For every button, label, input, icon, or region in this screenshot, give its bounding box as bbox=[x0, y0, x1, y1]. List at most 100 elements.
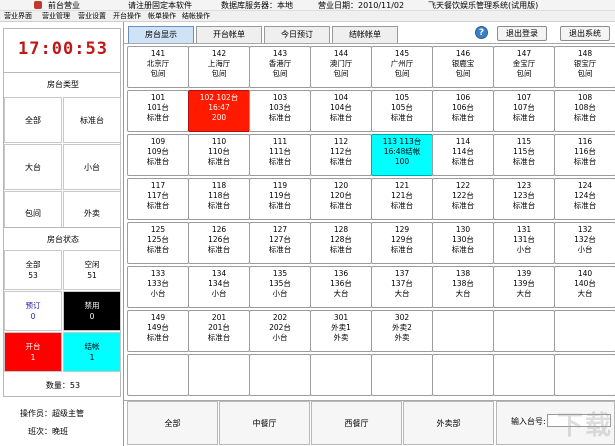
room-tile[interactable]: 130 130台 标准台 bbox=[432, 222, 494, 264]
room-tile[interactable]: 138 138台 大台 bbox=[432, 266, 494, 308]
room-tile[interactable]: 302 外卖2 外卖 bbox=[371, 310, 433, 352]
room-tile[interactable]: 120 120台 标准台 bbox=[310, 178, 372, 220]
room-tile[interactable]: 114 114台 标准台 bbox=[432, 134, 494, 176]
menu-item-business-mgmt[interactable]: 营业管理 bbox=[42, 12, 70, 21]
tab-checkout-bills[interactable]: 结帐帐单 bbox=[332, 26, 398, 43]
room-tile[interactable] bbox=[188, 354, 250, 396]
room-tile[interactable]: 119 119台 标准台 bbox=[249, 178, 311, 220]
room-tile[interactable] bbox=[554, 310, 615, 352]
room-tile[interactable]: 111 111台 标准台 bbox=[249, 134, 311, 176]
room-tile[interactable]: 201 201台 标准台 bbox=[188, 310, 250, 352]
room-tile[interactable] bbox=[554, 354, 615, 396]
room-tile[interactable]: 123 123台 标准台 bbox=[493, 178, 555, 220]
room-tile[interactable]: 143 香港厅 包间 bbox=[249, 46, 311, 88]
room-tile[interactable] bbox=[310, 354, 372, 396]
room-tile[interactable]: 112 112台 标准台 bbox=[310, 134, 372, 176]
room-tile[interactable]: 140 140台 大台 bbox=[554, 266, 615, 308]
room-tile[interactable]: 142 上海厅 包间 bbox=[188, 46, 250, 88]
room-number: 132 bbox=[577, 225, 593, 234]
room-tile[interactable]: 146 银鹿宝 包间 bbox=[432, 46, 494, 88]
room-tile[interactable]: 144 澳门厅 包间 bbox=[310, 46, 372, 88]
room-tile[interactable]: 135 135台 小台 bbox=[249, 266, 311, 308]
room-tile[interactable]: 127 127台 标准台 bbox=[249, 222, 311, 264]
room-tile[interactable]: 102 102台 16:47 200 bbox=[188, 90, 250, 132]
status-checkout[interactable]: 结帐 1 bbox=[63, 332, 121, 372]
area-chinese-button[interactable]: 中餐厅 bbox=[219, 401, 310, 445]
room-tile[interactable]: 106 106台 标准台 bbox=[432, 90, 494, 132]
room-tile[interactable]: 301 外卖1 外卖 bbox=[310, 310, 372, 352]
room-tile[interactable]: 105 105台 标准台 bbox=[371, 90, 433, 132]
status-all[interactable]: 全部 53 bbox=[4, 250, 62, 290]
room-type: 标准台 bbox=[268, 113, 292, 122]
menu-item-bill-ops[interactable]: 帐单操作 bbox=[148, 12, 176, 21]
room-tile[interactable] bbox=[432, 310, 494, 352]
room-tile[interactable]: 148 银宝厅 包间 bbox=[554, 46, 615, 88]
type-large-button[interactable]: 大台 bbox=[4, 144, 62, 190]
room-tile[interactable]: 131 131台 小台 bbox=[493, 222, 555, 264]
room-tile[interactable]: 139 139台 大台 bbox=[493, 266, 555, 308]
menu-item-open-table[interactable]: 开台操作 bbox=[113, 12, 141, 21]
room-tile[interactable] bbox=[127, 354, 189, 396]
room-tile[interactable]: 101 101台 标准台 bbox=[127, 90, 189, 132]
room-tile[interactable]: 141 北京厅 包间 bbox=[127, 46, 189, 88]
room-tile[interactable]: 122 122台 标准台 bbox=[432, 178, 494, 220]
room-tile[interactable]: 137 137台 大台 bbox=[371, 266, 433, 308]
menu-item-business-settings[interactable]: 营业设置 bbox=[78, 12, 106, 21]
menu-item-checkout-ops[interactable]: 结帐操作 bbox=[182, 12, 210, 21]
area-all-button[interactable]: 全部 bbox=[127, 401, 218, 445]
room-tile[interactable]: 147 金宝厅 包间 bbox=[493, 46, 555, 88]
status-disabled[interactable]: 禁用 0 bbox=[63, 291, 121, 331]
room-tile[interactable] bbox=[249, 354, 311, 396]
room-tile[interactable]: 121 121台 标准台 bbox=[371, 178, 433, 220]
status-open[interactable]: 开台 1 bbox=[4, 332, 62, 372]
room-tile[interactable]: 118 118台 标准台 bbox=[188, 178, 250, 220]
room-tile[interactable] bbox=[493, 354, 555, 396]
room-name: 银宝厅 bbox=[573, 59, 597, 68]
room-tile[interactable]: 136 136台 大台 bbox=[310, 266, 372, 308]
room-tile[interactable]: 134 134台 小台 bbox=[188, 266, 250, 308]
register-tip[interactable]: 请注册固定本软件 bbox=[128, 1, 192, 10]
type-small-button[interactable]: 小台 bbox=[63, 144, 121, 190]
logout-button[interactable]: 退出登录 bbox=[497, 26, 547, 41]
room-tile[interactable]: 133 133台 小台 bbox=[127, 266, 189, 308]
tab-room-display[interactable]: 房台显示 bbox=[128, 26, 194, 43]
room-tile[interactable]: 149 149台 标准台 bbox=[127, 310, 189, 352]
room-name: 120台 bbox=[330, 191, 352, 200]
menu-item-business-ui[interactable]: 营业界面 bbox=[4, 12, 32, 21]
room-tile[interactable]: 202 202台 小台 bbox=[249, 310, 311, 352]
table-number-input[interactable] bbox=[547, 414, 611, 427]
room-tile[interactable]: 126 126台 标准台 bbox=[188, 222, 250, 264]
status-free[interactable]: 空闲 51 bbox=[63, 250, 121, 290]
tab-today-reservations[interactable]: 今日预订 bbox=[264, 26, 330, 43]
room-number: 301 bbox=[333, 313, 349, 322]
help-icon[interactable]: ? bbox=[475, 26, 488, 39]
area-western-button[interactable]: 西餐厅 bbox=[311, 401, 402, 445]
room-tile[interactable]: 125 125台 标准台 bbox=[127, 222, 189, 264]
type-standard-button[interactable]: 标准台 bbox=[63, 97, 121, 143]
room-type: 标准台 bbox=[329, 157, 353, 166]
room-tile[interactable]: 117 117台 标准台 bbox=[127, 178, 189, 220]
room-tile[interactable]: 124 124台 标准台 bbox=[554, 178, 615, 220]
type-all-button[interactable]: 全部 bbox=[4, 97, 62, 143]
room-tile[interactable]: 132 132台 小台 bbox=[554, 222, 615, 264]
room-tile[interactable]: 128 128台 标准台 bbox=[310, 222, 372, 264]
room-tile[interactable]: 109 109台 标准台 bbox=[127, 134, 189, 176]
exit-button[interactable]: 退出系统 bbox=[560, 26, 610, 41]
room-tile[interactable]: 110 110台 标准台 bbox=[188, 134, 250, 176]
status-reserved[interactable]: 预订 0 bbox=[4, 291, 62, 331]
room-tile[interactable]: 116 116台 标准台 bbox=[554, 134, 615, 176]
room-tile[interactable]: 113 113台 16:48结帐 100 bbox=[371, 134, 433, 176]
menu-bar: 营业界面 营业管理 营业设置 开台操作 帐单操作 结帐操作 bbox=[0, 11, 615, 22]
room-tile[interactable] bbox=[371, 354, 433, 396]
room-tile[interactable]: 108 108台 标准台 bbox=[554, 90, 615, 132]
room-tile[interactable] bbox=[493, 310, 555, 352]
room-tile[interactable]: 129 129台 标准台 bbox=[371, 222, 433, 264]
room-tile[interactable]: 104 104台 标准台 bbox=[310, 90, 372, 132]
room-tile[interactable]: 145 广州厅 包间 bbox=[371, 46, 433, 88]
tab-open-bills[interactable]: 开台帐单 bbox=[196, 26, 262, 43]
room-tile[interactable]: 103 103台 标准台 bbox=[249, 90, 311, 132]
room-tile[interactable]: 115 115台 标准台 bbox=[493, 134, 555, 176]
room-tile[interactable] bbox=[432, 354, 494, 396]
area-takeout-button[interactable]: 外卖部 bbox=[403, 401, 494, 445]
room-tile[interactable]: 107 107台 标准台 bbox=[493, 90, 555, 132]
